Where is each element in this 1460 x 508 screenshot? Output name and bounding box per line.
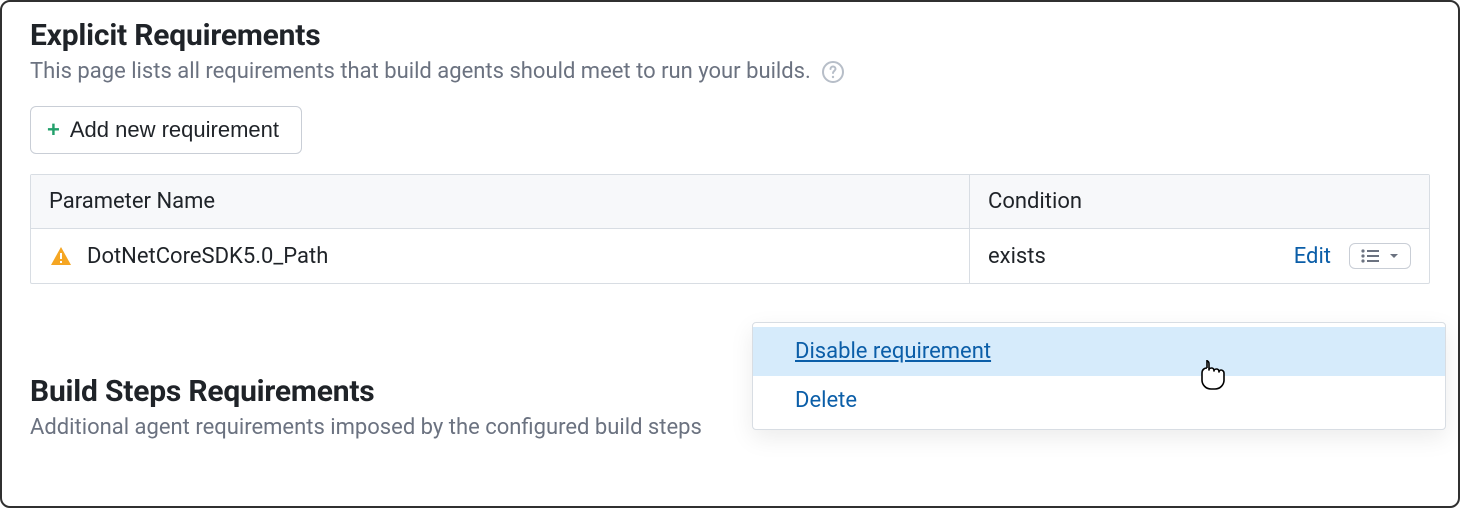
column-parameter-name: Parameter Name: [31, 175, 969, 229]
add-button-label: Add new requirement: [70, 117, 279, 143]
help-icon[interactable]: [821, 60, 845, 84]
warning-icon: [49, 244, 73, 268]
description-text: This page lists all requirements that bu…: [30, 59, 811, 84]
column-condition: Condition: [969, 175, 1429, 229]
row-actions-dropdown: Disable requirement Delete: [752, 322, 1446, 430]
row-menu-button[interactable]: [1349, 243, 1411, 269]
chevron-down-icon: [1388, 250, 1400, 262]
plus-icon: +: [47, 119, 60, 141]
requirements-table: Parameter Name Condition DotN: [30, 174, 1430, 284]
list-icon: [1360, 248, 1380, 264]
explicit-requirements-description: This page lists all requirements that bu…: [30, 59, 1430, 84]
dropdown-item-disable-requirement[interactable]: Disable requirement: [753, 327, 1445, 376]
edit-link[interactable]: Edit: [1294, 244, 1331, 269]
explicit-requirements-title: Explicit Requirements: [30, 18, 1430, 53]
add-new-requirement-button[interactable]: + Add new requirement: [30, 106, 302, 154]
build-steps-description-text: Additional agent requirements imposed by…: [30, 415, 702, 440]
table-row: DotNetCoreSDK5.0_Path exists Edit: [31, 229, 1429, 283]
requirements-panel: Explicit Requirements This page lists al…: [0, 0, 1460, 508]
condition-value: exists: [988, 244, 1276, 269]
parameter-name: DotNetCoreSDK5.0_Path: [87, 244, 328, 269]
dropdown-item-delete[interactable]: Delete: [753, 376, 1445, 425]
